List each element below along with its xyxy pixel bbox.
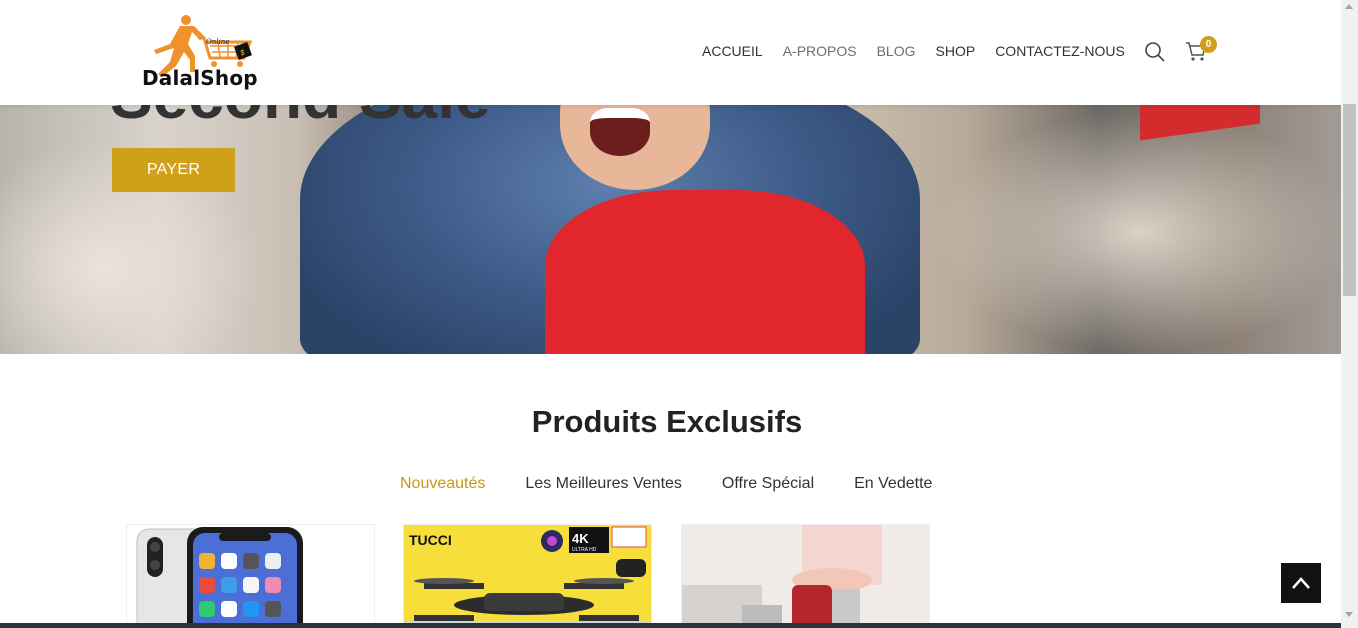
svg-text:$: $: [240, 48, 245, 57]
section-title: Produits Exclusifs: [531, 404, 803, 439]
pay-button[interactable]: PAYER: [112, 148, 235, 192]
drone-image: TUCCI 4K ULTRA HD: [404, 526, 651, 627]
kitchen-appliance-image: [682, 525, 929, 627]
scrollbar-track[interactable]: [1341, 0, 1358, 628]
product-card[interactable]: [681, 524, 930, 628]
nav-blog[interactable]: BLOG: [877, 42, 916, 60]
page: Second Sale PAYER Online $ DalalShop ACC…: [0, 0, 1358, 628]
cart-count-badge: 0: [1200, 36, 1217, 53]
product-card[interactable]: [126, 524, 375, 628]
hero-model-shirt: [545, 190, 865, 354]
tab-nouveautes[interactable]: Nouveautés: [400, 474, 485, 494]
logo-text: DalalShop: [142, 66, 258, 90]
page-bottom-strip: [0, 623, 1341, 628]
chevron-up-icon: [1292, 577, 1310, 589]
product-brand: TUCCI: [409, 532, 452, 548]
tab-en-vedette[interactable]: En Vedette: [854, 474, 932, 494]
search-icon[interactable]: [1144, 41, 1166, 63]
tab-offre-special[interactable]: Offre Spécial: [722, 474, 814, 494]
product-card[interactable]: TUCCI 4K ULTRA HD: [403, 524, 652, 628]
main-nav: ACCUEIL A-PROPOS BLOG SHOP CONTACTEZ-NOU…: [702, 42, 1145, 60]
scroll-up-arrow-icon[interactable]: [1345, 4, 1353, 9]
back-to-top-button[interactable]: [1281, 563, 1321, 603]
scrollbar-thumb[interactable]: [1343, 104, 1356, 296]
nav-accueil[interactable]: ACCUEIL: [702, 42, 763, 60]
product-tabs: Nouveautés Les Meilleures Ventes Offre S…: [400, 474, 972, 494]
tab-meilleures-ventes[interactable]: Les Meilleures Ventes: [525, 474, 682, 494]
nav-a-propos[interactable]: A-PROPOS: [783, 42, 857, 60]
smartphone-image: [136, 527, 303, 627]
svg-text:4K: 4K: [572, 531, 589, 546]
hero-model-smile: [590, 108, 650, 156]
scroll-down-arrow-icon[interactable]: [1345, 612, 1353, 617]
site-header: Online $ DalalShop ACCUEIL A-PROPOS BLOG…: [0, 0, 1341, 105]
svg-text:Online: Online: [206, 38, 229, 46]
nav-shop[interactable]: SHOP: [936, 42, 976, 60]
hero-background-blur: [930, 110, 1341, 354]
svg-text:ULTRA HD: ULTRA HD: [572, 547, 597, 553]
nav-contactez-nous[interactable]: CONTACTEZ-NOUS: [995, 42, 1125, 60]
